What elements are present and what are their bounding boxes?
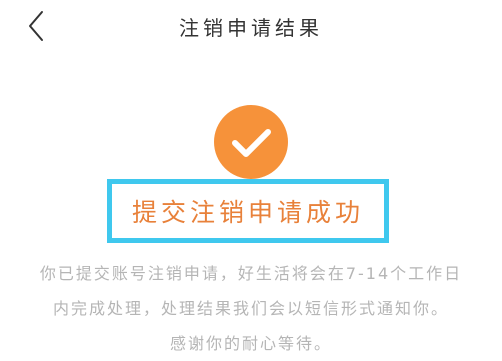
description-line-3: 感谢你的耐心等待。 bbox=[169, 334, 332, 353]
description-line-1: 你已提交账号注销申请，好生活将会在7-14个工作日 bbox=[39, 264, 463, 283]
check-circle-icon bbox=[214, 105, 288, 179]
result-status-text: 提交注销申请成功 bbox=[131, 198, 364, 227]
result-description: 你已提交账号注销申请，好生活将会在7-14个工作日 内完成处理，处理结果我们会以… bbox=[22, 256, 480, 361]
description-line-2: 内完成处理，处理结果我们会以短信形式通知你。 bbox=[52, 299, 449, 318]
top-bar: 注销申请结果 bbox=[0, 0, 502, 56]
result-highlight-box: 提交注销申请成功 bbox=[107, 179, 389, 243]
page-title: 注销申请结果 bbox=[179, 16, 323, 40]
